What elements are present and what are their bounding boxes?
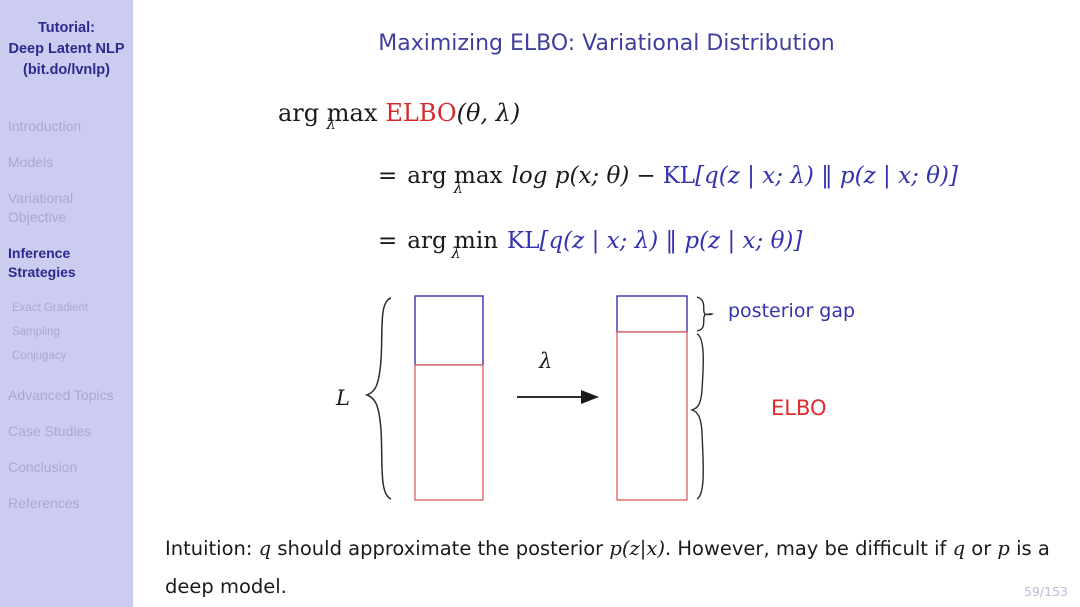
sidebar-title-line-1: Tutorial: [38,20,95,36]
sidebar-item-variational-line1: Variational [8,190,74,206]
page-title: Maximizing ELBO: Variational Distributio… [378,31,835,56]
kl-operator-2: KL [662,163,696,189]
sidebar-item-advanced-topics[interactable]: Advanced Topics [0,386,133,405]
posterior-gap-label: posterior gap [728,300,856,322]
total-likelihood-label: L [336,386,350,410]
argmax-subscript-1: λ [326,115,336,133]
sidebar-subitem-sampling[interactable]: Sampling [0,323,133,342]
sidebar-item-variational-objective[interactable]: Variational Objective [0,189,133,227]
intuition-part-3: . However, may be difficult if [664,537,947,560]
argmax-operator-2: arg max λ [407,163,503,197]
equals-sign-2: = [378,163,398,189]
kl-arguments-2: [q(z | x; λ) ‖ p(z | x; θ)] [695,163,958,189]
sidebar-item-models[interactable]: Models [0,153,133,172]
elbo-arguments: (θ, λ) [456,99,521,127]
intuition-q-1: q [258,537,272,560]
equation-line-1: arg max λ ELBO(θ, λ) [278,99,521,133]
equation-line-3: = arg min λ KL[q(z | x; λ) ‖ p(z | x; θ)] [378,228,803,262]
sidebar-title: Tutorial: Deep Latent NLP (bit.do/lvnlp) [0,0,133,81]
sidebar-item-introduction[interactable]: Introduction [0,117,133,136]
left-bar-gap-segment [414,295,484,366]
sidebar-item-references[interactable]: References [0,494,133,513]
equation-line-2: = arg max λ log p(x; θ) − KL[q(z | x; λ) ‖ p(… [378,163,958,197]
sidebar-item-conclusion[interactable]: Conclusion [0,458,133,477]
arrow-lambda-label: λ [539,349,553,373]
sidebar-item-inference-line2: Strategies [8,264,76,280]
left-bar-elbo-segment [414,364,484,501]
sidebar-item-variational-line2: Objective [8,209,67,225]
equals-sign-3: = [378,228,398,254]
argmax-operator-1: arg max λ [278,99,378,133]
intuition-pzx: p(z|x) [609,537,665,560]
sidebar-title-line-3: (bit.do/lvnlp) [23,62,110,78]
log-likelihood-term: log p(x; θ) [511,163,630,189]
elbo-label: ELBO [771,396,827,420]
kl-arguments-3: [q(z | x; λ) ‖ p(z | x; θ)] [539,228,803,254]
slide-content: Maximizing ELBO: Variational Distributio… [133,0,1080,607]
intuition-p-2: p [997,537,1010,560]
sidebar-item-case-studies[interactable]: Case Studies [0,422,133,441]
intuition-q-2: q [952,537,966,560]
sidebar-nav: Introduction Models Variational Objectiv… [0,117,133,513]
right-brace-posterior-gap [696,296,715,332]
elbo-gap-diagram: L λ posterior gap ELBO [133,0,1080,607]
right-bar-elbo-segment [616,331,688,501]
argmin-operator-3: arg min λ [407,228,499,262]
sidebar-item-inference-strategies[interactable]: Inference Strategies [0,244,133,282]
transform-arrow-head [581,390,599,404]
intuition-text: Intuition: q should approximate the post… [165,530,1060,606]
sidebar: Tutorial: Deep Latent NLP (bit.do/lvnlp)… [0,0,133,607]
kl-operator-3: KL [507,228,540,254]
minus-sign: − [636,163,656,189]
right-brace-elbo [689,333,704,500]
page-number: 59/153 [1024,584,1068,599]
argmax-subscript-2: λ [453,179,464,197]
sidebar-subitem-exact-gradient[interactable]: Exact Gradient [0,299,133,318]
sidebar-item-inference-line1: Inference [8,245,71,261]
sidebar-title-line-2: Deep Latent NLP [8,41,125,57]
sidebar-subitem-conjugacy[interactable]: Conjugacy [0,347,133,366]
right-bar-gap-segment [616,295,688,333]
intuition-part-1: Intuition: [165,537,259,560]
intuition-part-4: or [965,537,998,560]
elbo-term: ELBO [385,99,457,127]
argmin-subscript-3: λ [451,244,461,262]
left-brace [364,297,392,500]
intuition-part-2: should approximate the posterior [271,537,610,560]
